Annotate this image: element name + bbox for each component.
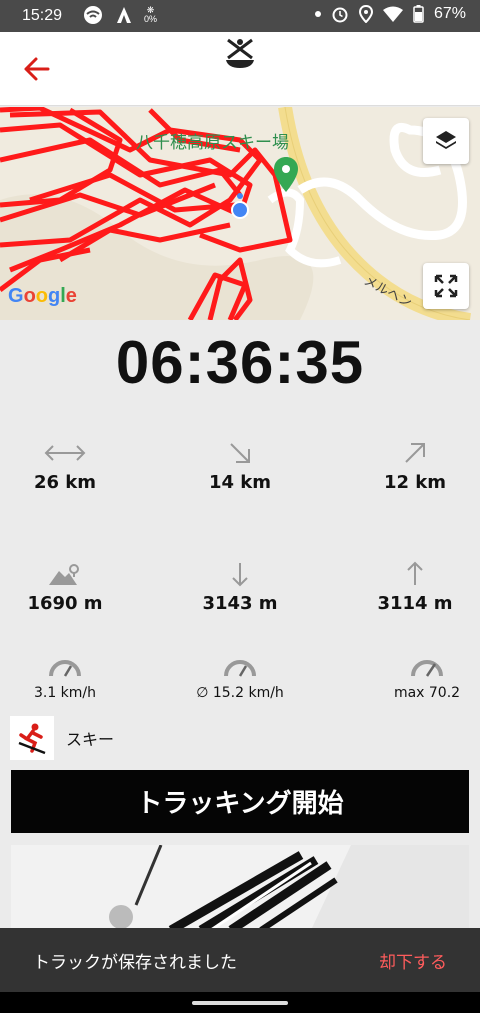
arrow-up-right-icon — [405, 443, 425, 463]
stat-descent: 3143 m — [175, 561, 305, 614]
skis-illustration — [11, 845, 469, 930]
stat-value: ∅ 15.2 km/h — [196, 685, 284, 701]
stat-distance: 26 km — [0, 440, 130, 493]
skier-icon — [10, 716, 54, 760]
elapsed-timer: 06:36:35 — [115, 329, 365, 396]
data-badge: 0% — [144, 14, 158, 24]
snackbar-message: トラックが保存されました — [33, 953, 237, 973]
data-saver-icon: ❋ 0% — [144, 5, 158, 24]
stat-downhill-distance: 14 km — [175, 440, 305, 493]
stat-max-speed: max 70.2 — [362, 655, 480, 701]
speedometer-icon — [411, 660, 443, 677]
notification-dot-icon — [314, 11, 321, 17]
wifi-calling-icon — [84, 6, 102, 24]
battery-icon — [413, 5, 424, 23]
map-fullscreen-button[interactable] — [423, 263, 469, 309]
horizontal-arrows-icon — [44, 445, 86, 461]
status-bar: 15:29 ❋ 0% 67% — [0, 0, 480, 32]
start-tracking-button[interactable]: トラッキング開始 — [11, 770, 469, 833]
stat-value: 26 km — [33, 472, 97, 493]
status-time: 15:29 — [22, 7, 63, 24]
stat-avg-speed: ∅ 15.2 km/h — [175, 655, 305, 701]
fullscreen-icon — [434, 274, 458, 298]
app-notification-icon — [117, 7, 131, 23]
map-layers-button[interactable] — [423, 118, 469, 164]
stat-value: 12 km — [383, 472, 447, 493]
stat-value: 3.1 km/h — [33, 685, 97, 701]
stat-ascent: 3114 m — [350, 561, 480, 614]
stat-value: 3114 m — [377, 593, 453, 614]
stat-altitude: 1690 m — [0, 561, 130, 614]
arrow-left-icon — [24, 57, 50, 81]
system-nav-bar — [0, 992, 480, 1013]
wifi-icon — [382, 6, 403, 22]
app-bar — [0, 32, 480, 106]
stat-current-speed: 3.1 km/h — [0, 655, 130, 701]
layers-icon — [436, 131, 456, 149]
stat-value: 14 km — [208, 472, 272, 493]
snackbar: トラックが保存されました 却下する — [0, 928, 480, 992]
google-attribution: Google — [8, 285, 77, 307]
skier-logo-icon — [226, 38, 254, 68]
mountain-pin-icon — [49, 564, 79, 585]
stat-value: 3143 m — [202, 593, 278, 614]
promo-banner[interactable] — [11, 845, 469, 930]
stat-uphill-distance: 12 km — [350, 440, 480, 493]
status-right-icons: 67% — [314, 5, 466, 23]
arrow-down-right-icon — [230, 443, 250, 463]
home-gesture-handle[interactable] — [192, 1001, 288, 1005]
alarm-icon — [332, 7, 348, 23]
track-map[interactable]: 八千穂高原スキー場 メルヘン Google — [0, 107, 480, 320]
activity-selector[interactable]: スキー — [10, 716, 114, 760]
stat-value: 1690 m — [27, 593, 103, 614]
battery-percent: 67% — [433, 5, 466, 22]
location-icon — [358, 5, 373, 23]
stat-value: max 70.2 — [393, 685, 461, 701]
status-left-icons: ❋ 0% — [82, 5, 157, 25]
speedometer-icon — [224, 660, 256, 677]
speedometer-icon — [49, 660, 81, 677]
activity-label: スキー — [66, 730, 115, 749]
arrow-down-icon — [232, 563, 248, 587]
arrow-up-icon — [407, 561, 423, 585]
map-place-label: 八千穂高原スキー場 — [136, 133, 289, 153]
back-button[interactable] — [22, 54, 56, 84]
snackbar-dismiss-button[interactable]: 却下する — [379, 948, 447, 973]
